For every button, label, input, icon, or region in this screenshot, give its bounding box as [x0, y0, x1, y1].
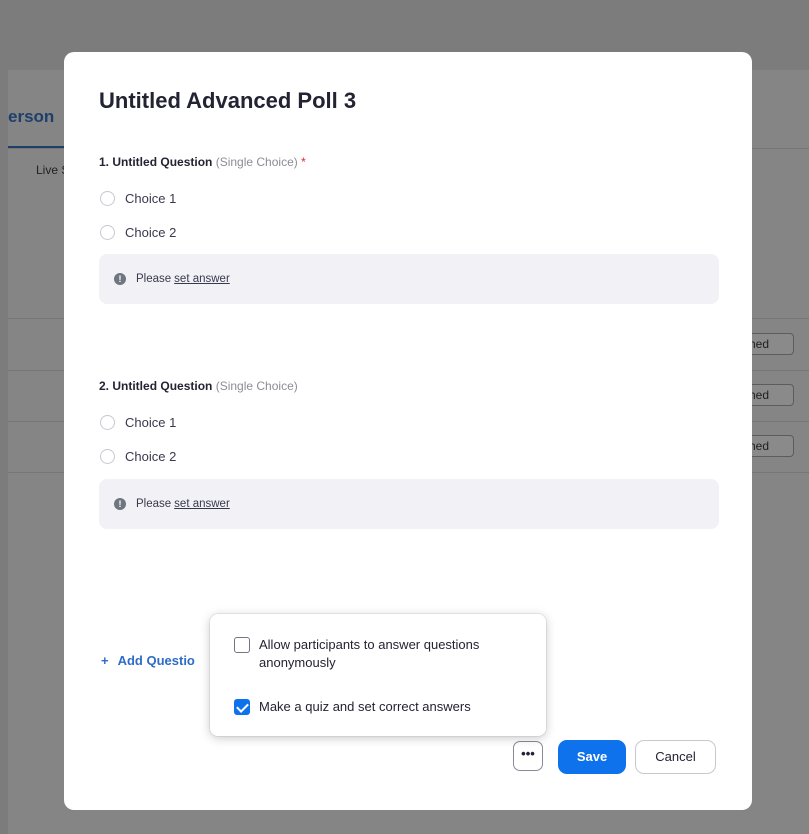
radio-button[interactable] — [100, 448, 115, 464]
choice-label: Choice 2 — [125, 448, 177, 464]
question-number: 1. — [99, 155, 110, 169]
dialog-title: Untitled Advanced Poll 3 — [99, 88, 357, 113]
poll-editor-dialog: Untitled Advanced Poll 3 1. Untitled Que… — [64, 52, 752, 810]
save-button[interactable]: Save — [558, 740, 626, 774]
question-2-choice-1[interactable]: Choice 1 — [100, 413, 176, 431]
more-options-button[interactable]: ••• — [513, 741, 543, 771]
option-label: Allow participants to answer questions a… — [259, 637, 480, 670]
question-2-title: 2. Untitled Question (Single Choice) — [99, 379, 298, 393]
radio-button[interactable] — [100, 190, 115, 206]
question-1-answer-notice: ! Please set answer — [99, 254, 719, 304]
question-type: (Single Choice) — [215, 379, 298, 393]
add-question-button[interactable]: + Add Questio — [101, 653, 195, 668]
quiz-mode-option[interactable]: Make a quiz and set correct answers — [234, 698, 529, 716]
anonymous-answers-option[interactable]: Allow participants to answer questions a… — [234, 636, 529, 672]
background-tab-label: erson — [8, 107, 55, 126]
info-icon: ! — [114, 273, 126, 285]
quiz-checkbox[interactable] — [234, 699, 250, 715]
choice-label: Choice 1 — [125, 414, 177, 430]
question-name[interactable]: Untitled Question — [112, 155, 212, 169]
answer-prompt: Please — [136, 273, 172, 285]
choice-label: Choice 2 — [125, 224, 177, 240]
question-number: 2. — [99, 379, 110, 393]
add-question-label: Add Questio — [117, 653, 195, 668]
set-answer-link[interactable]: set answer — [174, 273, 230, 285]
plus-icon: + — [101, 653, 109, 668]
option-label: Make a quiz and set correct answers — [259, 699, 471, 714]
question-1-choice-1[interactable]: Choice 1 — [100, 189, 176, 207]
set-answer-link[interactable]: set answer — [174, 498, 230, 510]
question-1-choice-2[interactable]: Choice 2 — [100, 223, 176, 241]
anonymous-checkbox[interactable] — [234, 637, 250, 653]
question-2-choice-2[interactable]: Choice 2 — [100, 447, 176, 465]
cancel-button[interactable]: Cancel — [635, 740, 716, 774]
required-marker: * — [301, 155, 306, 169]
answer-prompt: Please — [136, 498, 172, 510]
radio-button[interactable] — [100, 414, 115, 430]
question-name[interactable]: Untitled Question — [112, 379, 212, 393]
choice-label: Choice 1 — [125, 190, 177, 206]
info-icon: ! — [114, 498, 126, 510]
question-1-title: 1. Untitled Question (Single Choice) * — [99, 155, 306, 169]
radio-button[interactable] — [100, 224, 115, 240]
question-type: (Single Choice) — [215, 155, 298, 169]
question-2-answer-notice: ! Please set answer — [99, 479, 719, 529]
poll-options-popover: Allow participants to answer questions a… — [210, 614, 546, 736]
